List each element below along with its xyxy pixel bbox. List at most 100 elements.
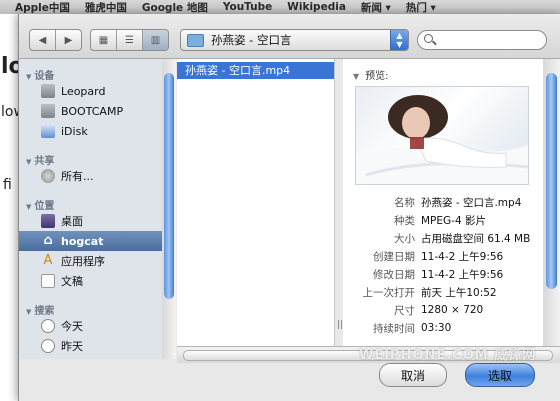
sidebar-item-label: hogcat [61, 234, 104, 248]
back-button[interactable]: ◀ [30, 30, 56, 50]
background-text-fragment: fi [3, 177, 12, 193]
preview-scroll-thumb[interactable] [546, 73, 557, 289]
bookmark-popular[interactable]: 热门 ▾ [406, 0, 436, 15]
search-icon [424, 34, 433, 43]
cancel-button[interactable]: 取消 [379, 363, 447, 387]
info-value: 前天 上午10:52 [421, 286, 497, 299]
search-field[interactable] [417, 30, 547, 50]
sidebar-item-label: 所有... [61, 170, 94, 183]
desktop-icon [41, 214, 55, 228]
info-value: MPEG-4 影片 [421, 214, 486, 227]
idisk-icon [41, 124, 55, 138]
bookmark-yahoo[interactable]: 雅虎中国 [85, 0, 127, 15]
info-value: 孙燕姿 - 空口言.mp4 [421, 196, 522, 209]
info-label: 修改日期 [373, 268, 415, 281]
bookmark-wikipedia[interactable]: Wikipedia [287, 1, 346, 13]
home-icon: ⌂ [43, 233, 53, 248]
choose-button[interactable]: 选取 [465, 363, 535, 387]
watermark: WEIPHONE.COM 威锋网 [359, 348, 537, 363]
info-row-kind: 种类 MPEG-4 影片 [343, 211, 543, 229]
sidebar-item-documents[interactable]: 文稿 [19, 271, 162, 291]
info-value: 占用磁盘空间 61.4 MB [421, 232, 531, 245]
sidebar-item-label: 文稿 [61, 275, 83, 288]
info-label: 种类 [394, 214, 415, 227]
forward-button[interactable]: ▶ [56, 30, 81, 50]
sidebar-section-devices[interactable]: 设备 [26, 67, 54, 82]
preview-title[interactable]: ▼ 预览: [353, 67, 389, 82]
bookmark-youtube[interactable]: YouTube [223, 1, 272, 13]
file-info: 名称 孙燕姿 - 空口言.mp4 种类 MPEG-4 影片 大小 占用磁盘空间 61.… [343, 193, 543, 337]
sidebar-section-shared[interactable]: 共享 [26, 152, 54, 167]
bookmark-news[interactable]: 新闻 ▾ [361, 0, 391, 15]
back-forward-buttons: ◀ ▶ [29, 29, 82, 51]
preview-scrollbar[interactable] [543, 59, 560, 346]
info-row-name: 名称 孙燕姿 - 空口言.mp4 [343, 193, 543, 211]
sidebar-item-desktop[interactable]: 桌面 [19, 211, 162, 231]
sidebar-item-applications[interactable]: A 应用程序 [19, 251, 162, 271]
forward-arrow-icon: ▶ [64, 34, 73, 46]
info-label: 上一次打开 [362, 286, 416, 299]
info-label: 大小 [394, 232, 415, 245]
info-value: 11-4-2 上午9:56 [421, 250, 504, 263]
columns-icon: ▥ [150, 34, 161, 46]
sidebar-item-label: 桌面 [61, 215, 83, 228]
info-value: 11-4-2 上午9:56 [421, 268, 504, 281]
info-value: 1280 × 720 [421, 304, 484, 316]
updown-arrows-icon: ▲ ▼ [390, 30, 408, 50]
list-icon: ☰ [125, 34, 134, 46]
sidebar-item-hogcat[interactable]: ⌂ hogcat [19, 231, 162, 251]
sidebar-item-label: 应用程序 [61, 255, 105, 268]
bookmark-apple[interactable]: Apple中国 [15, 0, 70, 15]
clock-icon [41, 339, 55, 353]
sidebar-scrollbar[interactable] [162, 59, 176, 359]
sidebar-item-label: iDisk [61, 124, 88, 138]
sidebar-section-search[interactable]: 搜索 [26, 302, 54, 317]
info-label: 尺寸 [394, 304, 415, 317]
disclosure-triangle-icon: ▼ [353, 72, 360, 81]
document-icon [41, 274, 55, 288]
path-popup[interactable]: 孙燕姿 - 空口言 ▲ ▼ [180, 29, 409, 51]
sidebar-item-all[interactable]: 所有... [19, 166, 162, 186]
path-popup-label: 孙燕姿 - 空口言 [211, 33, 292, 47]
folder-icon [187, 33, 204, 47]
info-label: 名称 [394, 196, 415, 209]
back-arrow-icon: ◀ [38, 34, 47, 46]
sidebar-item-label: 今天 [61, 320, 83, 333]
network-globe-icon [41, 169, 55, 183]
applications-icon: A [43, 253, 53, 268]
video-thumbnail-art [356, 95, 528, 184]
hard-drive-icon [41, 84, 55, 98]
info-row-created: 创建日期 11-4-2 上午9:56 [343, 247, 543, 265]
file-item-selected[interactable]: 孙燕姿 - 空口言.mp4 [177, 62, 334, 79]
video-thumbnail [355, 86, 529, 185]
preview-title-label: 预览: [365, 71, 389, 82]
sidebar-item-idisk[interactable]: iDisk [19, 121, 162, 141]
sidebar-section-places[interactable]: 位置 [26, 197, 54, 212]
file-column: 孙燕姿 - 空口言.mp4 [177, 59, 335, 346]
sidebar-item-bootcamp[interactable]: BOOTCAMP [19, 101, 162, 121]
icon-view-button[interactable]: ▦ [91, 30, 117, 50]
preview-pane: ▼ 预览: 名称 孙燕姿 - 空口言.mp4 种类 MPEG-4 影片 大小 占用磁盘空… [343, 59, 543, 346]
info-value: 03:30 [421, 322, 452, 334]
sidebar-item-yesterday[interactable]: 昨天 [19, 336, 162, 356]
clock-icon [41, 319, 55, 333]
sidebar: 设备 Leopard BOOTCAMP iDisk 共享 所有... 位置 桌面… [19, 59, 162, 359]
info-row-dimensions: 尺寸 1280 × 720 [343, 301, 543, 319]
sidebar-item-leopard[interactable]: Leopard [19, 81, 162, 101]
info-row-size: 大小 占用磁盘空间 61.4 MB [343, 229, 543, 247]
bookmarks-bar: Apple中国 雅虎中国 Google 地图 YouTube Wikipedia… [0, 0, 560, 14]
grid-icon: ▦ [98, 34, 109, 46]
bookmark-google-maps[interactable]: Google 地图 [142, 0, 208, 15]
column-view-button[interactable]: ▥ [143, 30, 168, 50]
info-row-modified: 修改日期 11-4-2 上午9:56 [343, 265, 543, 283]
view-mode-buttons: ▦ ☰ ▥ [90, 29, 169, 51]
sidebar-item-today[interactable]: 今天 [19, 316, 162, 336]
sidebar-scroll-thumb[interactable] [164, 73, 174, 299]
sidebar-item-label: Leopard [61, 84, 106, 98]
info-row-last-opened: 上一次打开 前天 上午10:52 [343, 283, 543, 301]
dialog-toolbar: ◀ ▶ ▦ ☰ ▥ 孙燕姿 - 空口言 ▲ ▼ [19, 14, 560, 59]
info-label: 持续时间 [373, 322, 415, 335]
hard-drive-icon [41, 104, 55, 118]
list-view-button[interactable]: ☰ [117, 30, 143, 50]
open-file-dialog: ◀ ▶ ▦ ☰ ▥ 孙燕姿 - 空口言 ▲▼ 设备 Leopard BOOTCA… [18, 14, 560, 401]
